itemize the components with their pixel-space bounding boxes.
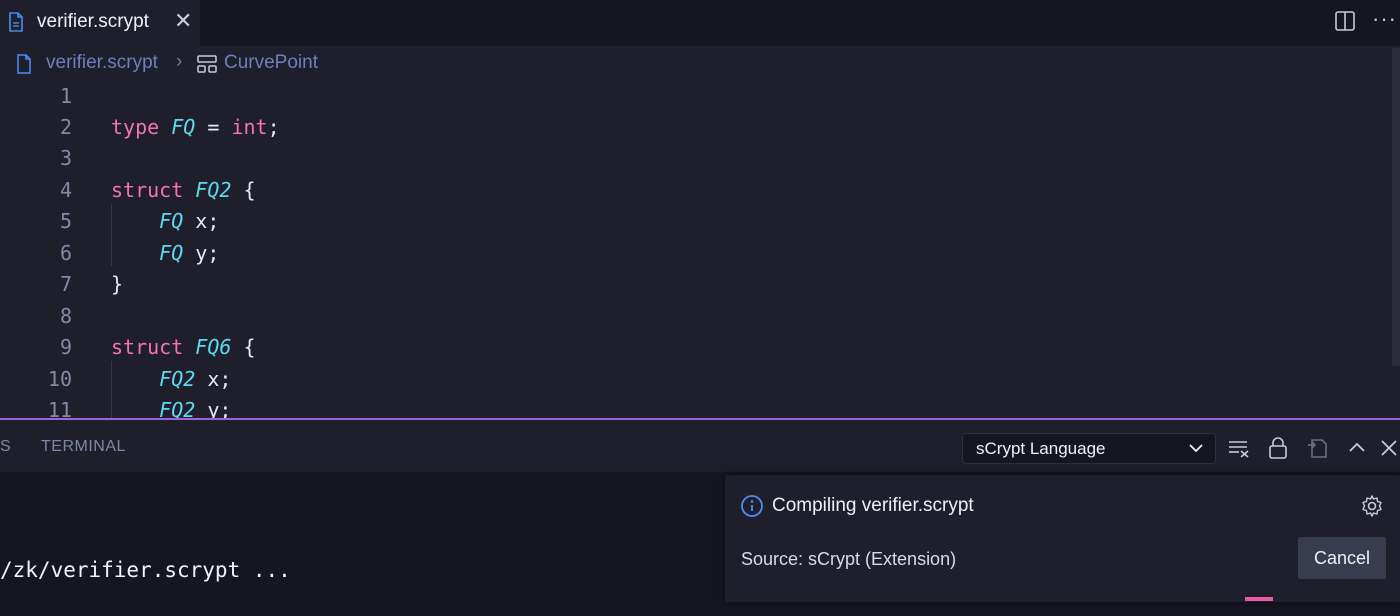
- notification-toast: Compiling verifier.scrypt Source: sCrypt…: [725, 475, 1400, 602]
- code-editor[interactable]: 1 2 type FQ = int; 3 4 struct FQ2 { 5 FQ…: [0, 80, 1400, 418]
- editor-tab-verifier[interactable]: verifier.scrypt ✕: [0, 0, 200, 46]
- tab-title: verifier.scrypt: [37, 11, 149, 32]
- panel-tab-partial[interactable]: S: [0, 438, 11, 456]
- code-token: {: [231, 335, 256, 359]
- type-token: FQ2: [159, 367, 196, 391]
- code-line: 7 }: [0, 268, 1400, 299]
- more-actions-icon[interactable]: ···: [1372, 6, 1397, 32]
- progress-indicator: [1245, 597, 1273, 601]
- code-line: 9 struct FQ6 {: [0, 331, 1400, 362]
- code-text: FQ2 x;: [111, 367, 231, 391]
- code-line: 4 struct FQ2 {: [0, 174, 1400, 205]
- code-text: struct FQ6 {: [111, 335, 256, 359]
- code-token: {: [231, 178, 256, 202]
- code-token: x;: [195, 367, 232, 391]
- line-number: 3: [59, 146, 72, 170]
- code-line: 3: [0, 142, 1400, 173]
- file-icon: [17, 54, 31, 74]
- file-icon: [9, 12, 23, 32]
- panel-tab-terminal[interactable]: TERMINAL: [41, 438, 126, 456]
- keyword-token: type: [111, 115, 160, 139]
- line-number: 10: [47, 367, 72, 391]
- notification-source: Source: sCrypt (Extension): [741, 549, 957, 569]
- type-token: FQ: [159, 209, 184, 233]
- info-icon: [741, 495, 763, 517]
- gear-icon[interactable]: [1360, 494, 1384, 518]
- editor-scrollbar[interactable]: [1392, 48, 1400, 366]
- code-token: =: [195, 115, 232, 139]
- code-line: 2 type FQ = int;: [0, 111, 1400, 142]
- code-line: 5 FQ x;: [0, 205, 1400, 236]
- line-number: 2: [59, 115, 72, 139]
- output-channel-select[interactable]: sCrypt Language: [962, 433, 1216, 464]
- code-line: 6 FQ y;: [0, 237, 1400, 268]
- type-token: FQ6: [195, 335, 232, 359]
- close-icon[interactable]: ✕: [174, 10, 192, 32]
- line-number: 6: [59, 241, 72, 265]
- tab-bar: verifier.scrypt ✕ ···: [0, 0, 1400, 46]
- code-line: 11 FQ2 y;: [0, 394, 1400, 418]
- code-text: }: [111, 272, 123, 296]
- keyword-token: int: [231, 115, 268, 139]
- open-in-editor-icon[interactable]: [1306, 436, 1330, 460]
- code-token: }: [111, 272, 124, 296]
- code-token: ;: [267, 115, 280, 139]
- notification-message: Compiling verifier.scrypt: [772, 495, 974, 516]
- breadcrumb-separator: ›: [176, 51, 183, 72]
- line-number: 11: [47, 398, 72, 418]
- type-token: FQ: [159, 241, 184, 265]
- code-line: 8: [0, 300, 1400, 331]
- code-token: x;: [183, 209, 220, 233]
- code-text: FQ2 y;: [111, 398, 231, 418]
- cancel-button[interactable]: Cancel: [1298, 537, 1386, 579]
- line-number: 7: [59, 272, 72, 296]
- line-number: 1: [59, 84, 72, 108]
- code-token: y;: [183, 241, 220, 265]
- output-channel-value: sCrypt Language: [976, 439, 1106, 458]
- keyword-token: struct: [111, 178, 184, 202]
- type-token: FQ2: [159, 398, 196, 418]
- panel-header: S TERMINAL sCrypt Language: [0, 420, 1400, 472]
- lock-icon[interactable]: [1266, 436, 1290, 460]
- code-text: type FQ = int;: [111, 115, 280, 139]
- code-line: 1: [0, 80, 1400, 111]
- type-token: FQ2: [195, 178, 232, 202]
- code-text: FQ y;: [111, 241, 219, 265]
- clear-output-icon[interactable]: [1227, 436, 1251, 460]
- breadcrumb-file[interactable]: verifier.scrypt: [46, 52, 158, 74]
- line-number: 5: [59, 209, 72, 233]
- output-line: /zk/verifier.scrypt ...: [0, 558, 291, 582]
- chevron-up-icon[interactable]: [1345, 436, 1369, 460]
- type-token: FQ: [171, 115, 196, 139]
- line-number: 9: [59, 335, 72, 359]
- close-panel-icon[interactable]: [1377, 436, 1400, 460]
- code-text: struct FQ2 {: [111, 178, 256, 202]
- line-number: 4: [59, 178, 72, 202]
- breadcrumb: verifier.scrypt › CurvePoint: [0, 50, 1400, 78]
- keyword-token: struct: [111, 335, 184, 359]
- code-line: 10 FQ2 x;: [0, 363, 1400, 394]
- struct-icon: [197, 55, 217, 73]
- code-text: FQ x;: [111, 209, 219, 233]
- split-editor-icon[interactable]: [1334, 10, 1356, 32]
- line-number: 8: [59, 304, 72, 328]
- chevron-down-icon: [1189, 444, 1203, 453]
- breadcrumb-symbol[interactable]: CurvePoint: [224, 52, 318, 74]
- code-token: y;: [195, 398, 232, 418]
